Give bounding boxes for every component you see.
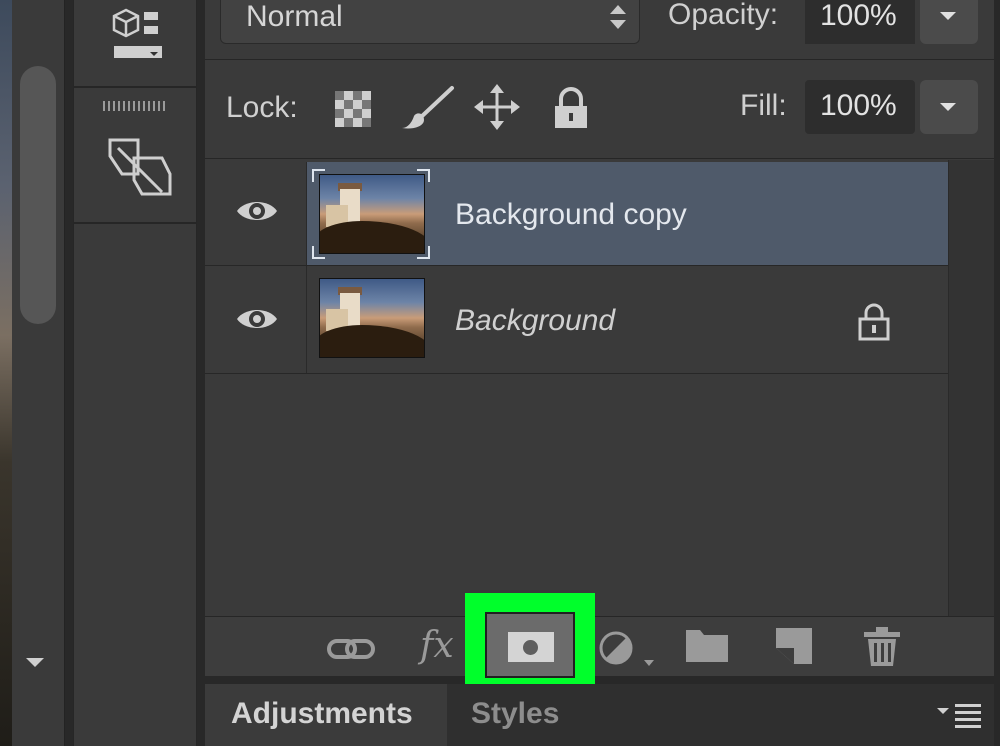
- canvas-edge: [0, 0, 12, 746]
- fill-label: Fill:: [740, 89, 787, 122]
- chevron-down-icon: [940, 12, 956, 20]
- lock-transparent-pixels-icon[interactable]: [334, 90, 372, 128]
- lock-position-icon[interactable]: [474, 84, 520, 130]
- lock-icon: [858, 303, 890, 341]
- dock-divider: [74, 86, 196, 88]
- panel-menu-icon[interactable]: [935, 700, 983, 730]
- new-layer-icon[interactable]: [774, 626, 814, 666]
- layers-scrollbar[interactable]: [948, 160, 994, 616]
- mask-dot: [523, 640, 538, 655]
- tab-styles[interactable]: Styles: [471, 697, 559, 731]
- opacity-label: Opacity:: [668, 0, 779, 31]
- layer-name: Background copy: [455, 198, 687, 231]
- fill-dropdown-button[interactable]: [920, 80, 978, 134]
- lock-image-pixels-icon[interactable]: [398, 84, 456, 132]
- tab-adjustments-label: Adjustments: [231, 697, 413, 730]
- dock-grip[interactable]: [103, 101, 167, 111]
- visibility-toggle[interactable]: [205, 266, 307, 373]
- trash-icon[interactable]: [862, 626, 902, 668]
- 3d-panel-icon[interactable]: [110, 6, 166, 62]
- new-group-icon[interactable]: [684, 626, 730, 664]
- visibility-toggle[interactable]: [205, 162, 307, 265]
- layer-thumbnail: [319, 174, 425, 254]
- opacity-value: 100%: [820, 0, 897, 32]
- fill-value: 100%: [820, 89, 897, 122]
- transform-panel-icon[interactable]: [104, 134, 174, 200]
- blend-mode-value: Normal: [246, 0, 343, 33]
- link-layers-icon[interactable]: [326, 634, 376, 664]
- lock-all-icon[interactable]: [552, 86, 590, 130]
- layer-row-background-copy[interactable]: Background copy: [205, 162, 948, 266]
- panel-dock: [73, 0, 197, 746]
- layer-thumbnail: [319, 278, 425, 358]
- lock-label: Lock:: [226, 91, 298, 124]
- layer-name: Background: [455, 304, 616, 337]
- layer-row-background[interactable]: Background: [205, 266, 948, 374]
- dock-divider: [74, 222, 196, 224]
- opacity-dropdown-button[interactable]: [920, 0, 978, 44]
- eye-icon: [237, 310, 277, 328]
- adjustment-layer-icon[interactable]: [598, 630, 658, 670]
- fx-icon[interactable]: fx: [420, 626, 454, 666]
- scrollbar-thumb[interactable]: [20, 66, 56, 324]
- layers-list-empty-area: [205, 374, 948, 614]
- select-arrows-icon: [610, 5, 626, 29]
- scroll-down-arrow-icon[interactable]: [26, 658, 44, 667]
- chevron-down-icon: [940, 103, 956, 111]
- eye-icon: [237, 202, 277, 220]
